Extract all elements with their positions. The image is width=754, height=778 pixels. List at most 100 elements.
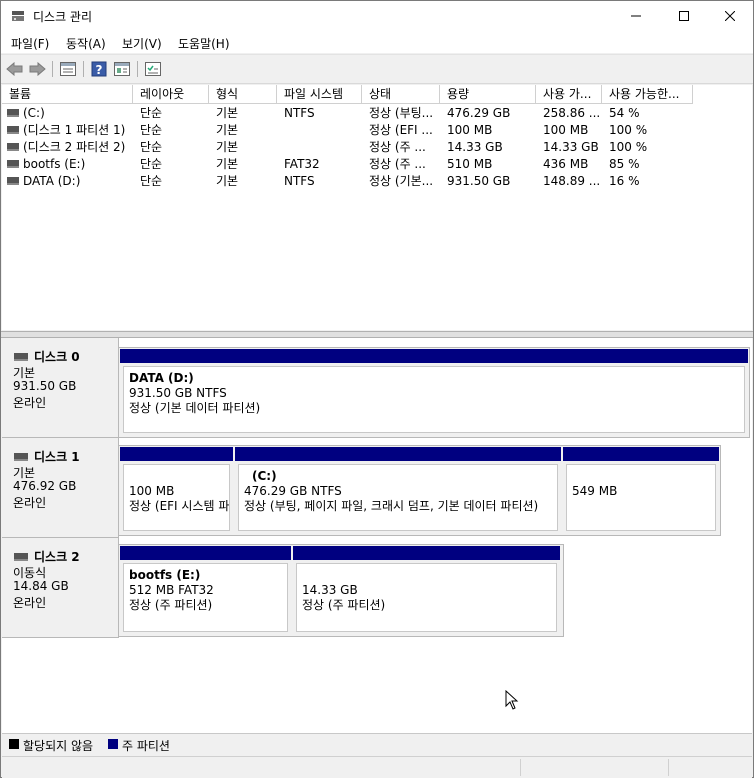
column-header-capacity[interactable]: 용량 xyxy=(440,85,536,104)
capacity-cell: 931.50 GB xyxy=(447,174,511,188)
disk-management-window: 디스크 관리 파일(F) 동작(A) 보기(V) 도움말(H) ? 볼륨 레이아… xyxy=(0,0,754,778)
properties-list-button[interactable] xyxy=(59,60,77,78)
forward-icon xyxy=(29,62,46,76)
disk-0-info[interactable]: 디스크 0 기본 931.50 GB 온라인 xyxy=(2,338,119,438)
partition-data-d[interactable]: DATA (D:) 931.50 GB NTFS 정상 (기본 데이터 파티션) xyxy=(120,349,748,436)
partition-efi[interactable]: 100 MB 정상 (EFI 시스템 파 xyxy=(120,447,233,534)
partition-bar xyxy=(293,546,560,560)
help-button[interactable]: ? xyxy=(90,60,108,78)
disk-0-partitions: DATA (D:) 931.50 GB NTFS 정상 (기본 데이터 파티션) xyxy=(118,347,750,438)
svg-text:?: ? xyxy=(96,63,103,77)
title-bar[interactable]: 디스크 관리 xyxy=(1,1,753,31)
menu-action[interactable]: 동작(A) xyxy=(66,35,106,52)
percent-free-cell: 100 % xyxy=(609,140,648,154)
disk-list-button[interactable] xyxy=(113,60,131,78)
disk-2-name: 디스크 2 xyxy=(34,550,80,564)
partition-size: 14.33 GB xyxy=(302,583,358,597)
layout-cell: 단순 xyxy=(140,140,163,154)
disk-1-title: 디스크 1 xyxy=(14,448,80,465)
column-header-percent-free[interactable]: 사용 가능한... xyxy=(602,85,693,104)
partition-primary[interactable]: 14.33 GB 정상 (주 파티션) xyxy=(293,546,560,635)
help-icon: ? xyxy=(91,61,107,77)
forward-button[interactable] xyxy=(28,60,46,78)
column-header-status[interactable]: 상태 xyxy=(362,85,440,104)
drive-icon xyxy=(7,142,19,151)
back-button[interactable] xyxy=(6,60,24,78)
layout-cell: 단순 xyxy=(140,174,163,188)
menu-view[interactable]: 보기(V) xyxy=(122,35,162,52)
volume-name: (C:) xyxy=(23,106,45,120)
table-row[interactable]: (디스크 2 파티션 2) 단순 기본 정상 (주 ... 14.33 GB 1… xyxy=(2,139,752,156)
disk-0-status: 온라인 xyxy=(13,396,47,410)
disk-1-info[interactable]: 디스크 1 기본 476.92 GB 온라인 xyxy=(2,438,119,538)
partition-bootfs-e[interactable]: bootfs (E:) 512 MB FAT32 정상 (주 파티션) xyxy=(120,546,291,635)
volume-cell: (디스크 1 파티션 1) xyxy=(7,122,133,139)
partition-size: 931.50 GB NTFS xyxy=(129,386,227,400)
legend: 할당되지 않음 주 파티션 xyxy=(2,733,752,755)
capacity-cell: 100 MB xyxy=(447,123,493,137)
disk-0-name: 디스크 0 xyxy=(34,350,80,364)
legend-unallocated-swatch xyxy=(9,739,19,749)
toolbar-separator xyxy=(137,61,138,77)
volume-name: DATA (D:) xyxy=(23,174,81,188)
partition-body: bootfs (E:) 512 MB FAT32 정상 (주 파티션) xyxy=(123,563,288,632)
file-system-cell: FAT32 xyxy=(284,157,320,171)
disk-1-name: 디스크 1 xyxy=(34,450,80,464)
properties-icon xyxy=(145,62,161,76)
partition-body: DATA (D:) 931.50 GB NTFS 정상 (기본 데이터 파티션) xyxy=(123,366,745,433)
close-button[interactable] xyxy=(707,1,753,31)
back-icon xyxy=(6,62,23,76)
table-row[interactable]: (디스크 1 파티션 1) 단순 기본 정상 (EFI ... 100 MB 1… xyxy=(2,122,752,139)
partition-bar xyxy=(563,447,719,461)
minimize-icon xyxy=(631,15,641,17)
menu-help[interactable]: 도움말(H) xyxy=(178,35,230,52)
partition-c[interactable]: (C:) 476.29 GB NTFS 정상 (부팅, 페이지 파일, 크래시 … xyxy=(235,447,561,534)
table-row[interactable]: (C:) 단순 기본 NTFS 정상 (부팅... 476.29 GB 258.… xyxy=(2,105,752,122)
status-bar xyxy=(2,756,752,778)
free-space-cell: 436 MB xyxy=(543,157,589,171)
partition-size: 100 MB xyxy=(129,484,175,498)
maximize-button[interactable] xyxy=(661,1,707,31)
percent-free-cell: 100 % xyxy=(609,123,648,137)
column-header-layout[interactable]: 레이아웃 xyxy=(133,85,209,104)
partition-body: (C:) 476.29 GB NTFS 정상 (부팅, 페이지 파일, 크래시 … xyxy=(238,464,558,531)
layout-cell: 단순 xyxy=(140,106,163,120)
menu-file[interactable]: 파일(F) xyxy=(11,35,49,52)
partition-label: DATA (D:) xyxy=(129,371,194,385)
status-bar-separator xyxy=(668,759,669,776)
properties-button[interactable] xyxy=(144,60,162,78)
pane-splitter[interactable] xyxy=(1,331,753,338)
properties-list-icon xyxy=(60,62,76,76)
volume-list[interactable]: 볼륨 레이아웃 형식 파일 시스템 상태 용량 사용 가... 사용 가능한..… xyxy=(2,85,752,330)
table-row[interactable]: DATA (D:) 단순 기본 NTFS 정상 (기본... 931.50 GB… xyxy=(2,173,752,190)
drive-icon xyxy=(7,159,19,168)
minimize-button[interactable] xyxy=(613,1,659,31)
partition-status: 정상 (부팅, 페이지 파일, 크래시 덤프, 기본 데이터 파티션) xyxy=(244,499,539,513)
column-header-type[interactable]: 형식 xyxy=(209,85,277,104)
column-header-volume[interactable]: 볼륨 xyxy=(2,85,133,104)
drive-icon xyxy=(7,125,19,134)
column-header-file-system[interactable]: 파일 시스템 xyxy=(277,85,362,104)
toolbar-separator xyxy=(83,61,84,77)
volume-name: bootfs (E:) xyxy=(23,157,86,171)
disk-1-partitions: 100 MB 정상 (EFI 시스템 파 (C:) 476.29 GB NTFS… xyxy=(118,445,721,536)
status-cell: 정상 (EFI ... xyxy=(369,123,433,137)
disk-icon xyxy=(14,552,28,561)
disk-0-title: 디스크 0 xyxy=(14,348,80,365)
status-cell: 정상 (주 ... xyxy=(369,140,426,154)
disk-2-size: 14.84 GB xyxy=(13,579,69,593)
disk-0-size: 931.50 GB xyxy=(13,379,77,393)
type-cell: 기본 xyxy=(216,140,239,154)
partition-label: (C:) xyxy=(252,469,277,483)
partition-status: 정상 (기본 데이터 파티션) xyxy=(129,401,261,415)
partition-bar xyxy=(120,546,291,560)
partition-body: 14.33 GB 정상 (주 파티션) xyxy=(296,563,557,632)
table-row[interactable]: bootfs (E:) 단순 기본 FAT32 정상 (주 ... 510 MB… xyxy=(2,156,752,173)
legend-unallocated-label: 할당되지 않음 xyxy=(23,739,94,753)
capacity-cell: 14.33 GB xyxy=(447,140,503,154)
disk-2-info[interactable]: 디스크 2 이동식 14.84 GB 온라인 xyxy=(2,538,119,638)
status-cell: 정상 (주 ... xyxy=(369,157,426,171)
column-header-free-space[interactable]: 사용 가... xyxy=(536,85,602,104)
volume-cell: (디스크 2 파티션 2) xyxy=(7,139,133,156)
partition-recovery[interactable]: 549 MB xyxy=(563,447,719,534)
